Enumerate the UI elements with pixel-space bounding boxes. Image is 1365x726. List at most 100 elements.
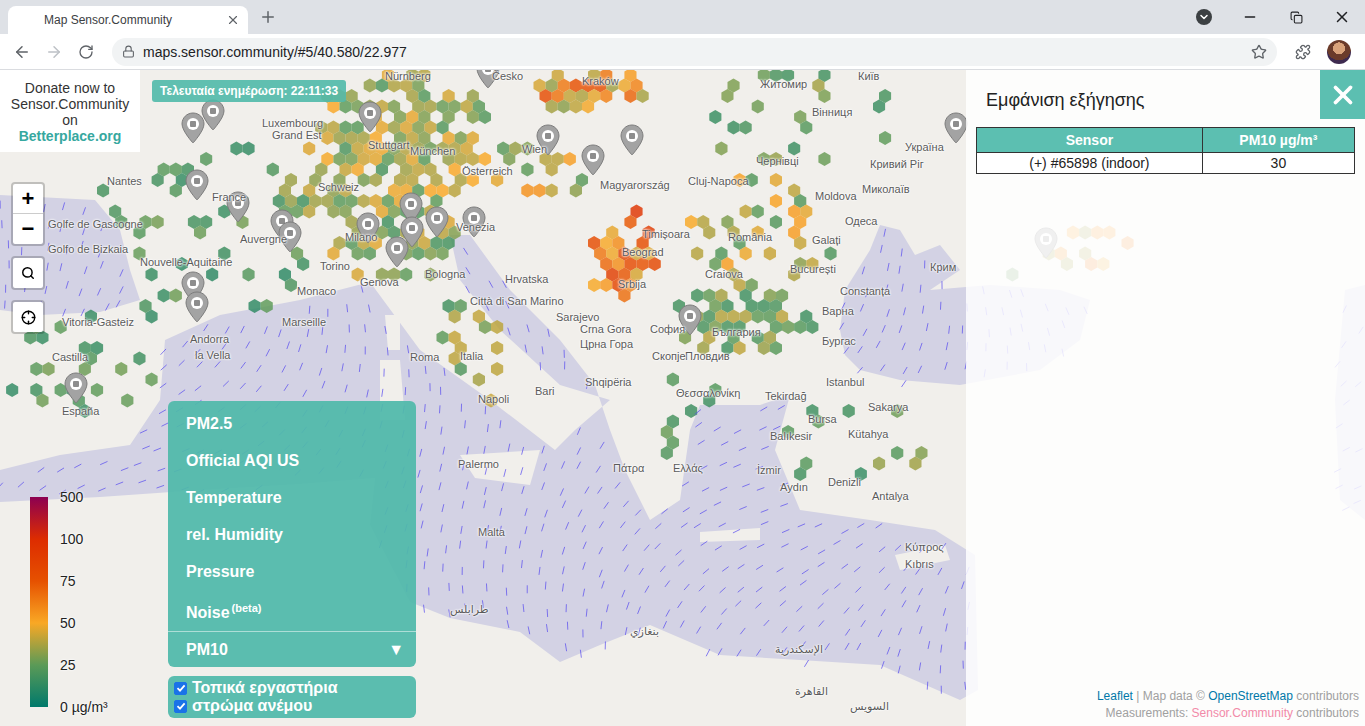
sensor-hex[interactable] [479, 152, 491, 166]
menu-option[interactable]: Temperature [168, 479, 416, 516]
sensor-hex[interactable] [352, 247, 364, 261]
sensor-hex[interactable] [752, 310, 764, 324]
sensor-hex[interactable] [146, 310, 158, 324]
sensor-hex[interactable] [709, 110, 721, 124]
sensor-hex[interactable] [582, 100, 594, 114]
sensor-hex[interactable] [449, 310, 461, 324]
sensor-hex[interactable] [521, 163, 533, 177]
sensor-hex[interactable] [806, 320, 818, 334]
sensor-hex[interactable] [873, 457, 885, 471]
sensor-hex[interactable] [770, 173, 782, 187]
lab-marker-icon[interactable] [359, 102, 381, 132]
layer-checkbox[interactable] [174, 682, 187, 695]
sensor-hex[interactable] [170, 184, 182, 198]
sensor-hex[interactable] [491, 320, 503, 334]
sensor-hex[interactable] [740, 205, 752, 219]
sensor-hex[interactable] [782, 320, 794, 334]
new-tab-button[interactable] [256, 5, 280, 29]
reload-button[interactable] [72, 38, 100, 66]
sensor-hex[interactable] [321, 131, 333, 145]
sensor-hex[interactable] [503, 152, 515, 166]
sensor-hex[interactable] [600, 89, 612, 103]
sensor-hex[interactable] [728, 121, 740, 135]
sensor-hex[interactable] [194, 226, 206, 240]
sensor-hex[interactable] [691, 247, 703, 261]
sensor-hex[interactable] [588, 278, 600, 292]
sensor-hex[interactable] [570, 100, 582, 114]
table-row[interactable]: (+) #65898 (indoor)30 [977, 153, 1355, 174]
url-text[interactable]: maps.sensor.community/#5/40.580/22.977 [143, 44, 1243, 60]
sensor-hex[interactable] [327, 247, 339, 261]
sensor-hex[interactable] [261, 299, 273, 313]
sensor-hex[interactable] [303, 142, 315, 156]
lab-marker-icon[interactable] [386, 237, 408, 267]
sensor-hex[interactable] [794, 320, 806, 334]
sensor-hex[interactable] [243, 142, 255, 156]
sensor-hex[interactable] [146, 373, 158, 387]
sensor-hex[interactable] [133, 352, 145, 366]
sensor-hex[interactable] [818, 89, 830, 103]
sensor-hex[interactable] [758, 341, 770, 355]
lab-marker-icon[interactable] [202, 100, 224, 130]
sensor-hex[interactable] [479, 320, 491, 334]
search-button[interactable] [13, 258, 43, 288]
lab-marker-icon[interactable] [65, 373, 87, 403]
sensor-hex[interactable] [685, 404, 697, 418]
layer-checkbox[interactable] [174, 700, 187, 713]
layer-toggle[interactable]: Τοπικά εργαστήρια [174, 679, 410, 697]
sensor-hex[interactable] [721, 89, 733, 103]
sensor-hex[interactable] [752, 100, 764, 114]
sensor-hex[interactable] [740, 247, 752, 261]
sensor-hex[interactable] [327, 205, 339, 219]
back-button[interactable] [8, 38, 36, 66]
sensor-hex[interactable] [285, 278, 297, 292]
locate-button[interactable] [13, 302, 43, 332]
sensor-hex[interactable] [424, 247, 436, 261]
sensor-hex[interactable] [715, 142, 727, 156]
sensor-hex[interactable] [752, 205, 764, 219]
sensor-hex[interactable] [685, 215, 697, 229]
sensor-hex[interactable] [661, 446, 673, 460]
sensor-hex[interactable] [564, 152, 576, 166]
sensor-hex[interactable] [400, 268, 412, 282]
attribution-link[interactable]: Sensor.Community [1192, 706, 1293, 720]
sensor-hex[interactable] [891, 446, 903, 460]
sensor-hex[interactable] [800, 121, 812, 135]
sensor-hex[interactable] [546, 100, 558, 114]
lab-marker-icon[interactable] [426, 207, 448, 237]
sensor-hex[interactable] [455, 362, 467, 376]
profile-menu-button[interactable] [1181, 0, 1227, 34]
sensor-hex[interactable] [358, 194, 370, 208]
menu-option[interactable]: rel. Humidity [168, 516, 416, 553]
sensor-hex[interactable] [788, 142, 800, 156]
sensor-hex[interactable] [370, 173, 382, 187]
sensor-hex[interactable] [843, 404, 855, 418]
sensor-hex[interactable] [230, 142, 242, 156]
sensor-hex[interactable] [437, 331, 449, 345]
sensor-hex[interactable] [473, 373, 485, 387]
sensor-hex[interactable] [534, 184, 546, 198]
sensor-hex[interactable] [770, 194, 782, 208]
sensor-hex[interactable] [158, 289, 170, 303]
lab-marker-icon[interactable] [182, 113, 204, 143]
sensor-hex[interactable] [546, 163, 558, 177]
restore-button[interactable] [1273, 0, 1319, 34]
address-bar[interactable]: maps.sensor.community/#5/40.580/22.977 [112, 38, 1277, 66]
sensor-hex[interactable] [36, 394, 48, 408]
sensor-hex[interactable] [818, 152, 830, 166]
sensor-hex[interactable] [491, 341, 503, 355]
map-view[interactable]: LuxembourgNürnbergČeskoKrakówЖитомирКиїв… [0, 70, 1365, 726]
sensor-hex[interactable] [206, 268, 218, 282]
sensor-hex[interactable] [740, 121, 752, 135]
sensor-hex[interactable] [873, 100, 885, 114]
minimize-button[interactable] [1227, 0, 1273, 34]
close-window-button[interactable] [1319, 0, 1365, 34]
sensor-hex[interactable] [358, 173, 370, 187]
close-tab-icon[interactable] [226, 13, 240, 27]
forward-button[interactable] [40, 38, 68, 66]
star-icon[interactable] [1251, 44, 1267, 60]
sensor-hex[interactable] [521, 184, 533, 198]
sensor-hex[interactable] [152, 173, 164, 187]
sensor-hex[interactable] [412, 247, 424, 261]
lab-marker-icon[interactable] [186, 170, 208, 200]
